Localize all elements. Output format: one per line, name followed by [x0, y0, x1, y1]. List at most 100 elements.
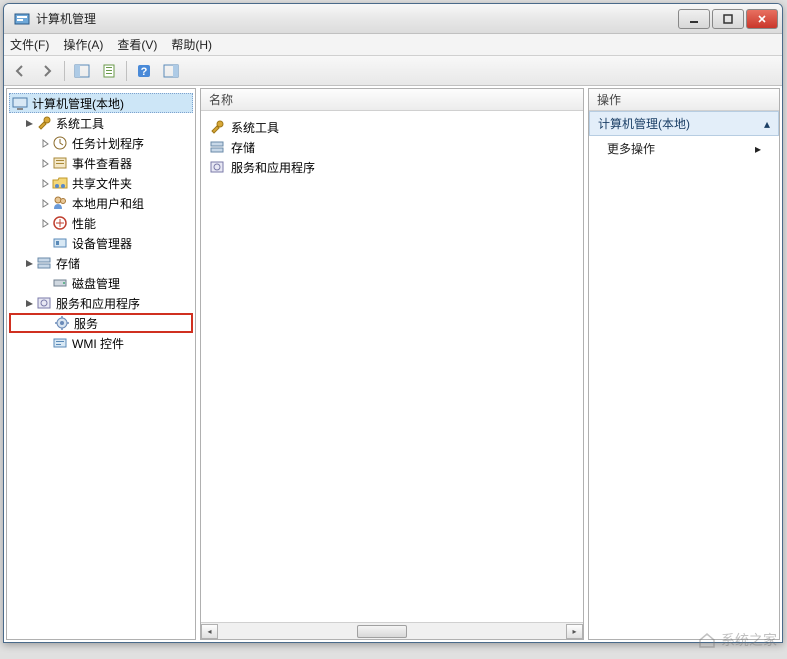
app-window: 计算机管理 文件(F) 操作(A) 查看(V) 帮助(H) [3, 3, 783, 643]
tree-device-manager[interactable]: 设备管理器 [9, 233, 193, 253]
tree-pane: 计算机管理(本地) 系统工具 任务计划程序 [6, 88, 196, 640]
tree-label: 任务计划程序 [72, 135, 144, 152]
app-icon [14, 11, 30, 27]
action-label: 更多操作 [607, 140, 655, 157]
tree-label: 系统工具 [56, 115, 104, 132]
tree-body[interactable]: 计算机管理(本地) 系统工具 任务计划程序 [7, 89, 195, 639]
services-apps-icon [209, 159, 225, 175]
action-section-label: 计算机管理(本地) [598, 115, 690, 132]
collapse-icon[interactable] [23, 297, 35, 309]
tree-services-apps[interactable]: 服务和应用程序 [9, 293, 193, 313]
scroll-right-button[interactable]: ▸ [566, 624, 583, 639]
gear-icon [54, 315, 70, 331]
tree-label: 计算机管理(本地) [32, 95, 124, 112]
tree-label: 服务和应用程序 [56, 295, 140, 312]
event-icon [52, 155, 68, 171]
shared-folder-icon [52, 175, 68, 191]
performance-icon [52, 215, 68, 231]
back-button[interactable] [8, 59, 32, 83]
show-hide-tree-button[interactable] [70, 59, 94, 83]
minimize-button[interactable] [678, 9, 710, 29]
window-buttons [676, 9, 778, 29]
forward-button[interactable] [35, 59, 59, 83]
submenu-arrow-icon: ▸ [755, 142, 761, 156]
storage-icon [36, 255, 52, 271]
tree-label: 共享文件夹 [72, 175, 132, 192]
services-apps-icon [36, 295, 52, 311]
tree-label: 性能 [72, 215, 96, 232]
list-item-label: 存储 [231, 139, 255, 156]
list-item-label: 系统工具 [231, 119, 279, 136]
tree-label: 服务 [74, 315, 98, 332]
expand-icon[interactable] [39, 137, 51, 149]
menu-view[interactable]: 查看(V) [117, 36, 157, 53]
disk-icon [52, 275, 68, 291]
tree-disk-management[interactable]: 磁盘管理 [9, 273, 193, 293]
menu-file[interactable]: 文件(F) [10, 36, 49, 53]
list-item[interactable]: 系统工具 [207, 117, 577, 137]
scroll-left-button[interactable]: ◂ [201, 624, 218, 639]
tree-label: WMI 控件 [72, 335, 124, 352]
list-header[interactable]: 名称 [201, 89, 583, 111]
storage-icon [209, 139, 225, 155]
tree-task-scheduler[interactable]: 任务计划程序 [9, 133, 193, 153]
tree-label: 事件查看器 [72, 155, 132, 172]
toolbar: ? [4, 56, 782, 86]
scroll-track[interactable] [218, 624, 566, 639]
list-item[interactable]: 存储 [207, 137, 577, 157]
list-body[interactable]: 系统工具 存储 服务和应用程序 [201, 111, 583, 622]
tree-services[interactable]: 服务 [9, 313, 193, 333]
list-pane: 名称 系统工具 存储 服务和应用程序 [200, 88, 584, 640]
tree-shared-folders[interactable]: 共享文件夹 [9, 173, 193, 193]
close-button[interactable] [746, 9, 778, 29]
expand-icon[interactable] [39, 177, 51, 189]
svg-text:?: ? [141, 66, 148, 78]
list-item[interactable]: 服务和应用程序 [207, 157, 577, 177]
properties-button[interactable] [97, 59, 121, 83]
tree-root[interactable]: 计算机管理(本地) [9, 93, 193, 113]
toolbar-separator [126, 61, 127, 81]
content-area: 计算机管理(本地) 系统工具 任务计划程序 [4, 86, 782, 642]
expand-icon[interactable] [39, 217, 51, 229]
tools-icon [36, 115, 52, 131]
column-name: 名称 [209, 91, 233, 108]
titlebar: 计算机管理 [4, 4, 782, 34]
actions-pane: 操作 计算机管理(本地) ▴ 更多操作 ▸ [588, 88, 780, 640]
tree-local-users[interactable]: 本地用户和组 [9, 193, 193, 213]
menu-action[interactable]: 操作(A) [63, 36, 103, 53]
users-icon [52, 195, 68, 211]
tree-label: 本地用户和组 [72, 195, 144, 212]
device-icon [52, 235, 68, 251]
expand-icon[interactable] [39, 197, 51, 209]
expand-icon[interactable] [39, 157, 51, 169]
tree-storage[interactable]: 存储 [9, 253, 193, 273]
tree-wmi[interactable]: WMI 控件 [9, 333, 193, 353]
clock-icon [52, 135, 68, 151]
tree-label: 存储 [56, 255, 80, 272]
toolbar-separator [64, 61, 65, 81]
tree-event-viewer[interactable]: 事件查看器 [9, 153, 193, 173]
action-pane-toggle-button[interactable] [159, 59, 183, 83]
tree-performance[interactable]: 性能 [9, 213, 193, 233]
wmi-icon [52, 335, 68, 351]
menu-help[interactable]: 帮助(H) [171, 36, 212, 53]
action-more[interactable]: 更多操作 ▸ [589, 136, 779, 161]
actions-title: 操作 [597, 91, 621, 108]
computer-icon [12, 95, 28, 111]
action-section-header[interactable]: 计算机管理(本地) ▴ [589, 111, 779, 136]
collapse-icon[interactable] [23, 257, 35, 269]
scroll-thumb[interactable] [357, 625, 407, 638]
actions-header: 操作 [589, 89, 779, 111]
menubar: 文件(F) 操作(A) 查看(V) 帮助(H) [4, 34, 782, 56]
tree-label: 设备管理器 [72, 235, 132, 252]
tools-icon [209, 119, 225, 135]
collapse-arrow-icon: ▴ [764, 117, 770, 131]
horizontal-scrollbar[interactable]: ◂ ▸ [201, 622, 583, 639]
tree-system-tools[interactable]: 系统工具 [9, 113, 193, 133]
collapse-icon[interactable] [23, 117, 35, 129]
maximize-button[interactable] [712, 9, 744, 29]
list-item-label: 服务和应用程序 [231, 159, 315, 176]
help-button[interactable]: ? [132, 59, 156, 83]
actions-body: 计算机管理(本地) ▴ 更多操作 ▸ [589, 111, 779, 639]
window-title: 计算机管理 [36, 10, 676, 27]
